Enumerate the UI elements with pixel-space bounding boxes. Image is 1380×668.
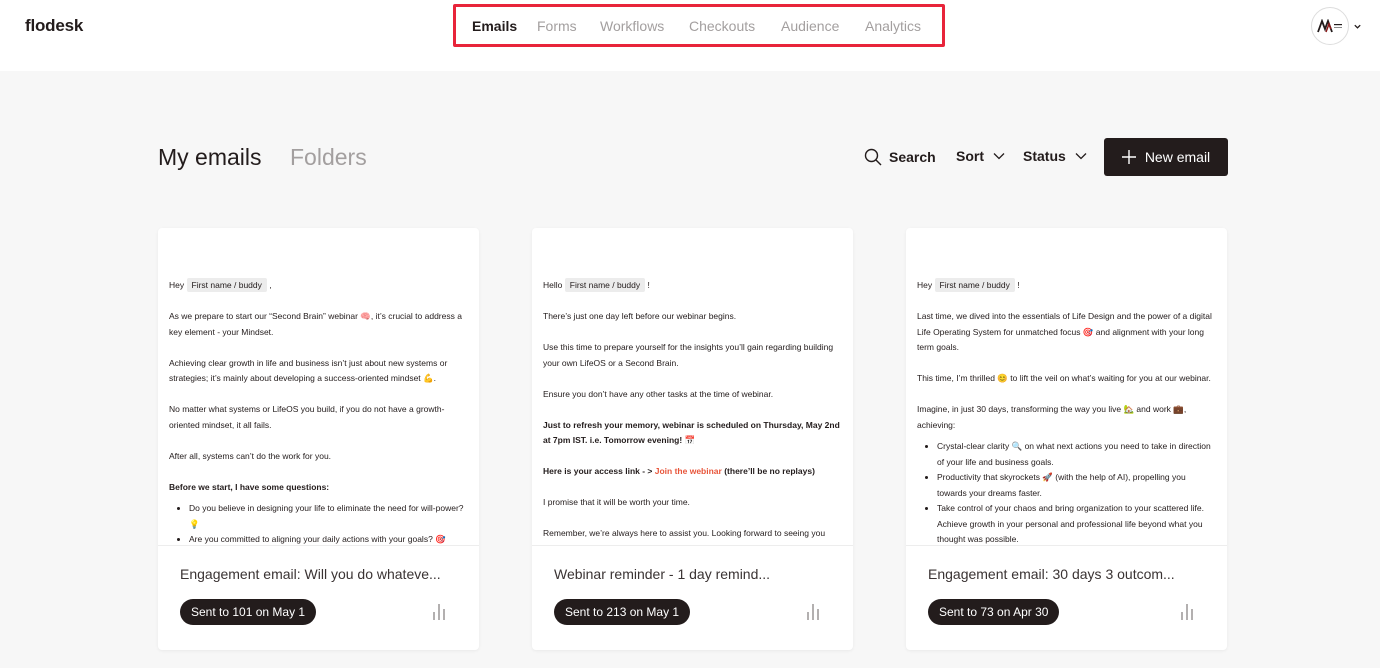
stats-icon[interactable] <box>1180 602 1194 620</box>
preview-paragraph: Imagine, in just 30 days, transforming t… <box>917 404 1187 430</box>
preview-paragraph: Remember, we’re always here to assist yo… <box>543 528 826 538</box>
search-icon <box>864 148 882 166</box>
avatar[interactable] <box>1311 7 1349 45</box>
sent-badge: Sent to 101 on May 1 <box>180 599 317 625</box>
email-title[interactable]: Webinar reminder - 1 day remind... <box>554 566 770 582</box>
account-menu[interactable] <box>1311 7 1362 45</box>
email-title[interactable]: Engagement email: Will you do whateve... <box>180 566 441 582</box>
stats-icon[interactable] <box>806 602 820 620</box>
brand-mark-icon <box>1317 19 1342 33</box>
main-nav-highlight: Emails Forms Workflows Checkouts Audienc… <box>453 4 945 47</box>
divider <box>158 545 479 546</box>
preview-bold: Before we start, I have some questions: <box>169 481 330 492</box>
sort-label: Sort <box>956 148 984 164</box>
tab-folders[interactable]: Folders <box>290 144 367 171</box>
merge-tag: First name / buddy <box>186 278 267 292</box>
preview-bullet: Crystal-clear clarity 🔍 on what next act… <box>937 439 1217 470</box>
preview-paragraph: Achieving clear growth in life and busin… <box>169 357 448 384</box>
preview-bold: Just to refresh your memory, webinar is … <box>543 419 840 446</box>
stats-icon[interactable] <box>432 602 446 620</box>
tab-my-emails[interactable]: My emails <box>158 144 262 171</box>
search-label: Search <box>889 149 936 165</box>
webinar-link[interactable]: Join the webinar <box>655 466 722 476</box>
email-preview: Hey First name / buddy ! Last time, we d… <box>917 278 1217 544</box>
status-dropdown[interactable]: Status <box>1023 148 1087 164</box>
divider <box>906 545 1227 546</box>
preview-paragraph: No matter what systems or LifeOS you bui… <box>169 404 445 430</box>
email-card[interactable]: Hey First name / buddy ! Last time, we d… <box>906 228 1227 650</box>
email-card[interactable]: Hello First name / buddy ! There’s just … <box>532 228 853 650</box>
chevron-down-icon <box>1354 24 1361 29</box>
preview-bullet: Do you believe in designing your life to… <box>189 501 469 532</box>
email-title[interactable]: Engagement email: 30 days 3 outcom... <box>928 566 1175 582</box>
plus-icon <box>1121 150 1136 164</box>
divider <box>532 545 853 546</box>
new-email-label: New email <box>1144 149 1211 165</box>
preview-paragraph: Last time, we dived into the essentials … <box>917 311 1212 352</box>
sort-dropdown[interactable]: Sort <box>956 148 1005 164</box>
preview-bullet: Are you committed to aligning your daily… <box>189 532 469 544</box>
preview-paragraph: I promise that it will be worth your tim… <box>543 497 690 507</box>
status-label: Status <box>1023 148 1066 164</box>
nav-checkouts[interactable]: Checkouts <box>689 18 755 34</box>
preview-paragraph: As we prepare to start our “Second Brain… <box>169 311 462 337</box>
sent-badge: Sent to 213 on May 1 <box>554 599 691 625</box>
preview-paragraph: There’s just one day left before our web… <box>543 311 737 321</box>
chevron-down-icon <box>1075 153 1087 160</box>
merge-tag: First name / buddy <box>564 278 646 292</box>
preview-bullet: Take control of your chaos and bring org… <box>937 501 1217 544</box>
search-button[interactable]: Search <box>864 148 936 166</box>
new-email-button[interactable]: New email <box>1104 138 1228 176</box>
preview-paragraph: Ensure you don’t have any other tasks at… <box>543 388 774 399</box>
preview-bullet: Productivity that skyrockets 🚀 (with the… <box>937 470 1217 501</box>
preview-paragraph: Use this time to prepare yourself for th… <box>543 342 834 368</box>
top-bar: flodesk Emails Forms Workflows Checkouts… <box>0 0 1380 71</box>
nav-audience[interactable]: Audience <box>781 18 839 34</box>
email-preview: Hello First name / buddy ! There’s just … <box>543 278 843 544</box>
email-preview: Hey First name / buddy , As we prepare t… <box>169 278 469 544</box>
preview-paragraph: This time, I’m thrilled 😊 to lift the ve… <box>917 373 1211 383</box>
nav-workflows[interactable]: Workflows <box>600 18 664 34</box>
sent-badge: Sent to 73 on Apr 30 <box>928 599 1060 625</box>
flodesk-logo[interactable]: flodesk <box>25 16 83 36</box>
chevron-down-icon <box>993 153 1005 160</box>
nav-analytics[interactable]: Analytics <box>865 18 921 34</box>
email-card[interactable]: Hey First name / buddy , As we prepare t… <box>158 228 479 650</box>
merge-tag: First name / buddy <box>934 278 1015 292</box>
preview-paragraph: After all, systems can’t do the work for… <box>169 450 332 461</box>
nav-emails[interactable]: Emails <box>472 18 517 34</box>
nav-forms[interactable]: Forms <box>537 18 577 34</box>
